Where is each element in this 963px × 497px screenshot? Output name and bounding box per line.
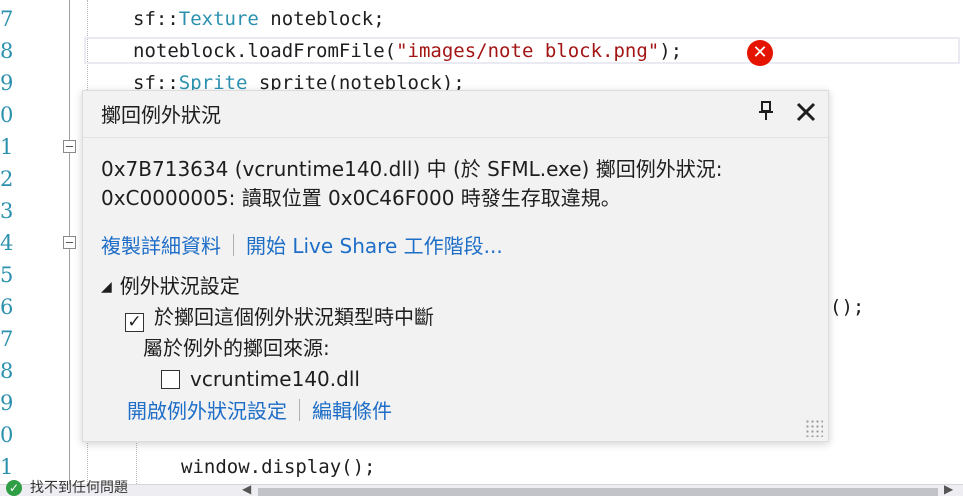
- footer-links: 開啟例外狀況設定 編輯條件: [127, 397, 392, 425]
- check-circle-icon: ✓: [6, 480, 22, 496]
- edit-conditions-link[interactable]: 編輯條件: [312, 399, 392, 423]
- line-number: 8: [0, 359, 14, 383]
- line-number: 6: [0, 295, 14, 319]
- exception-settings-label: 例外狀況設定: [119, 274, 240, 298]
- except-when-thrown-from-label: 屬於例外的擲回來源:: [143, 336, 330, 360]
- link-divider: [233, 234, 234, 256]
- break-when-thrown-option[interactable]: ✓ 於擲回這個例外狀況類型時中斷: [125, 303, 434, 332]
- exception-message-line: 0xC0000005: 讀取位置 0x0C46F000 時發生存取違規。: [101, 186, 621, 210]
- close-icon[interactable]: [795, 95, 817, 129]
- outline-line: [69, 153, 70, 236]
- code-line[interactable]: sf::Texture noteblock;: [133, 7, 385, 31]
- code-text: noteblock;: [258, 8, 385, 30]
- error-x-icon[interactable]: ✕: [747, 40, 773, 66]
- code-line[interactable]: noteblock.loadFromFile("images/note bloc…: [133, 39, 682, 63]
- live-share-link[interactable]: 開始 Live Share 工作階段...: [246, 234, 503, 258]
- collapse-triangle-icon[interactable]: ◢: [101, 279, 112, 295]
- line-number: 4: [0, 231, 14, 255]
- line-number: 0: [0, 103, 14, 127]
- line-number: 1: [0, 455, 14, 479]
- status-text[interactable]: 找不到任何問題: [30, 477, 128, 497]
- line-number: 1: [0, 135, 14, 159]
- code-text: noteblock.loadFromFile(: [133, 40, 397, 62]
- break-when-thrown-label: 於擲回這個例外狀況類型時中斷: [154, 305, 434, 329]
- outline-line: [69, 249, 70, 484]
- scroll-left-icon[interactable]: ◀: [242, 482, 251, 496]
- line-number: 8: [0, 39, 14, 63]
- line-number: 3: [0, 199, 14, 223]
- link-divider: [299, 399, 300, 421]
- source-module-option[interactable]: vcruntime140.dll: [161, 365, 360, 393]
- line-number: 9: [0, 71, 14, 95]
- code-string: "images/note block.png": [396, 40, 660, 62]
- resize-grip-icon[interactable]: [805, 419, 823, 437]
- break-when-thrown-checkbox[interactable]: ✓: [125, 313, 144, 332]
- code-namespace: sf::: [133, 8, 179, 30]
- line-number: 9: [0, 391, 14, 415]
- collapse-icon[interactable]: [63, 140, 76, 153]
- source-module-label: vcruntime140.dll: [190, 367, 360, 391]
- scroll-right-icon[interactable]: ▶: [944, 482, 953, 496]
- code-text: );: [659, 40, 683, 62]
- line-number: 2: [0, 167, 14, 191]
- copy-details-link[interactable]: 複製詳細資料: [101, 234, 221, 258]
- open-exception-settings-link[interactable]: 開啟例外狀況設定: [127, 399, 287, 423]
- action-links: 複製詳細資料 開始 Live Share 工作階段...: [101, 232, 503, 260]
- code-fragment[interactable]: ();: [830, 295, 864, 319]
- line-number: 0: [0, 423, 14, 447]
- code-type: Texture: [178, 8, 259, 30]
- line-number: 7: [0, 7, 14, 31]
- line-number: 7: [0, 327, 14, 351]
- title-divider: [83, 137, 828, 138]
- popup-title: 擲回例外狀況: [101, 103, 221, 127]
- line-number: 5: [0, 263, 14, 287]
- line-number-gutter: 7 8 9 0 1 2 3 4 5 6 7 8 9 0 1: [0, 0, 60, 484]
- status-bar: ✓ 找不到任何問題 ◀ ▶: [0, 480, 963, 496]
- exception-message-line: 0x7B713634 (vcruntime140.dll) 中 (於 SFML.…: [101, 157, 723, 181]
- exception-message: 0x7B713634 (vcruntime140.dll) 中 (於 SFML.…: [101, 155, 722, 213]
- collapse-icon[interactable]: [63, 236, 76, 249]
- exception-settings-header[interactable]: ◢ 例外狀況設定: [101, 272, 240, 301]
- exception-popup: 擲回例外狀況 0x7B713634 (vcruntime140.dll) 中 (…: [82, 90, 829, 442]
- code-line[interactable]: window.display();: [181, 455, 375, 479]
- outline-line: [69, 0, 70, 140]
- indent-guide: [136, 440, 137, 484]
- pin-icon[interactable]: [759, 101, 773, 126]
- source-module-checkbox[interactable]: [161, 370, 180, 389]
